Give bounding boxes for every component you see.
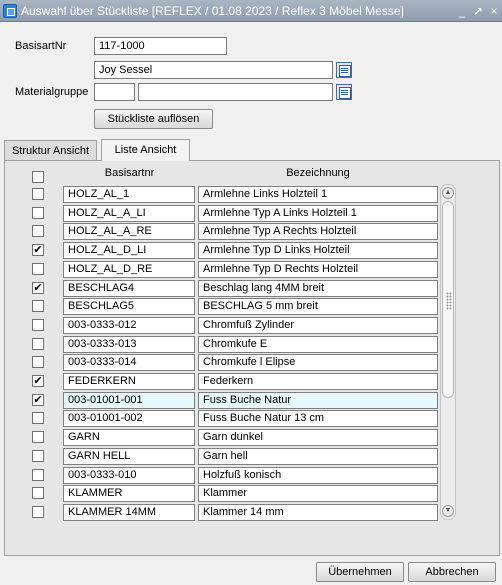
row-checkbox[interactable] <box>32 412 44 424</box>
row-basisartnr-cell[interactable]: BESCHLAG4 <box>63 280 195 297</box>
row-checkbox[interactable]: ✔ <box>32 244 44 256</box>
tab-liste-ansicht[interactable]: Liste Ansicht <box>101 139 190 161</box>
row-bezeichnung-cell[interactable]: Armlehne Links Holzteil 1 <box>198 186 438 203</box>
cancel-button[interactable]: Abbrechen <box>408 562 496 582</box>
materialgruppe-label: Materialgruppe <box>15 86 89 98</box>
basisartnr-label: BasisartNr <box>15 40 67 52</box>
row-basisartnr-cell[interactable]: BESCHLAG5 <box>63 298 195 315</box>
row-basisartnr-cell[interactable]: 003-01001-001 <box>63 392 195 409</box>
column-header-basisartnr: Basisartnr <box>104 167 155 179</box>
row-bezeichnung-cell[interactable]: Chromkufe l Elipse <box>198 354 438 371</box>
column-header-bezeichnung: Bezeichnung <box>286 167 350 179</box>
row-checkbox[interactable] <box>32 319 44 331</box>
row-checkbox[interactable]: ✔ <box>32 375 44 387</box>
apply-button[interactable]: Übernehmen <box>316 562 404 582</box>
materialgruppe-code-input[interactable] <box>94 83 135 101</box>
row-basisartnr-cell[interactable]: HOLZ_AL_1 <box>63 186 195 203</box>
row-bezeichnung-cell[interactable]: Fuss Buche Natur 13 cm <box>198 410 438 427</box>
minimize-icon[interactable]: _ <box>455 4 469 18</box>
row-basisartnr-cell[interactable]: 003-01001-002 <box>63 410 195 427</box>
grip-icon <box>446 292 452 310</box>
row-bezeichnung-cell[interactable]: Chromkufe E <box>198 336 438 353</box>
resolve-bom-button[interactable]: Stückliste auflösen <box>94 109 213 129</box>
row-checkbox[interactable] <box>32 469 44 481</box>
article-lookup-icon[interactable] <box>336 62 352 78</box>
window-title: Auswahl über Stückliste [REFLEX / 01.08.… <box>21 4 404 18</box>
grid-scrollbar[interactable]: ▲ ▼ <box>440 184 456 520</box>
restore-icon[interactable]: ↗ <box>471 4 485 18</box>
row-checkbox[interactable] <box>32 450 44 462</box>
row-basisartnr-cell[interactable]: HOLZ_AL_D_LI <box>63 242 195 259</box>
row-basisartnr-cell[interactable]: HOLZ_AL_D_RE <box>63 261 195 278</box>
app-icon <box>3 4 17 18</box>
row-checkbox[interactable] <box>32 506 44 518</box>
materialgruppe-name-field[interactable] <box>138 83 333 101</box>
row-bezeichnung-cell[interactable]: Holzfuß konisch <box>198 467 438 484</box>
scroll-down-icon[interactable]: ▼ <box>442 505 454 517</box>
tab-struktur-ansicht[interactable]: Struktur Ansicht <box>4 140 97 161</box>
row-basisartnr-cell[interactable]: KLAMMER <box>63 485 195 502</box>
row-checkbox[interactable] <box>32 338 44 350</box>
close-icon[interactable]: × <box>487 4 501 18</box>
row-bezeichnung-cell[interactable]: Garn dunkel <box>198 429 438 446</box>
row-checkbox[interactable] <box>32 431 44 443</box>
row-checkbox[interactable]: ✔ <box>32 394 44 406</box>
row-basisartnr-cell[interactable]: 003-0333-010 <box>63 467 195 484</box>
row-bezeichnung-cell[interactable]: Armlehne Typ A Rechts Holzteil <box>198 223 438 240</box>
scrollbar-thumb[interactable] <box>442 201 454 398</box>
basisartnr-input[interactable]: 117-1000 <box>94 37 227 55</box>
row-bezeichnung-cell[interactable]: Fuss Buche Natur <box>198 392 438 409</box>
row-basisartnr-cell[interactable]: HOLZ_AL_A_RE <box>63 223 195 240</box>
row-checkbox[interactable] <box>32 487 44 499</box>
row-basisartnr-cell[interactable]: GARN HELL <box>63 448 195 465</box>
row-checkbox[interactable] <box>32 356 44 368</box>
row-bezeichnung-cell[interactable]: Garn hell <box>198 448 438 465</box>
row-bezeichnung-cell[interactable]: Armlehne Typ A Links Holzteil 1 <box>198 205 438 222</box>
row-bezeichnung-cell[interactable]: Klammer 14 mm <box>198 504 438 521</box>
row-basisartnr-cell[interactable]: KLAMMER 14MM <box>63 504 195 521</box>
row-bezeichnung-cell[interactable]: BESCHLAG 5 mm breit <box>198 298 438 315</box>
row-checkbox[interactable] <box>32 207 44 219</box>
row-bezeichnung-cell[interactable]: Chromfuß Zylinder <box>198 317 438 334</box>
row-checkbox[interactable]: ✔ <box>32 282 44 294</box>
row-basisartnr-cell[interactable]: 003-0333-013 <box>63 336 195 353</box>
row-bezeichnung-cell[interactable]: Klammer <box>198 485 438 502</box>
row-basisartnr-cell[interactable]: 003-0333-014 <box>63 354 195 371</box>
row-bezeichnung-cell[interactable]: Armlehne Typ D Rechts Holzteil <box>198 261 438 278</box>
row-checkbox[interactable] <box>32 225 44 237</box>
row-checkbox[interactable] <box>32 188 44 200</box>
row-bezeichnung-cell[interactable]: Beschlag lang 4MM breit <box>198 280 438 297</box>
row-basisartnr-cell[interactable]: HOLZ_AL_A_LI <box>63 205 195 222</box>
row-checkbox[interactable] <box>32 300 44 312</box>
row-basisartnr-cell[interactable]: GARN <box>63 429 195 446</box>
materialgruppe-lookup-icon[interactable] <box>336 84 352 100</box>
row-checkbox[interactable] <box>32 263 44 275</box>
row-bezeichnung-cell[interactable]: Armlehne Typ D Links Holzteil <box>198 242 438 259</box>
select-all-checkbox[interactable] <box>32 171 44 183</box>
window-titlebar: Auswahl über Stückliste [REFLEX / 01.08.… <box>0 0 502 22</box>
row-basisartnr-cell[interactable]: FEDERKERN <box>63 373 195 390</box>
article-description-field[interactable]: Joy Sessel <box>94 61 333 79</box>
row-basisartnr-cell[interactable]: 003-0333-012 <box>63 317 195 334</box>
scroll-up-icon[interactable]: ▲ <box>442 187 454 199</box>
row-bezeichnung-cell[interactable]: Federkern <box>198 373 438 390</box>
